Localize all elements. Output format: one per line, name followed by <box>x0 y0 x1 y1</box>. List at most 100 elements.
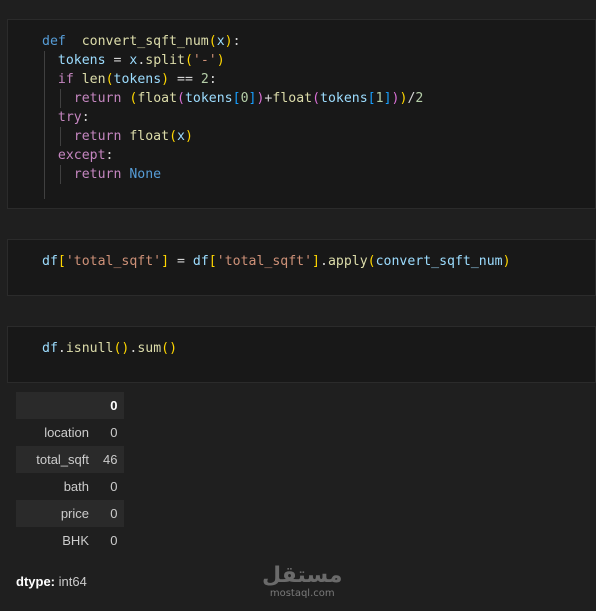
code-token: () <box>113 341 130 356</box>
code-line: df.isnull().sum() <box>42 339 177 358</box>
code-editor[interactable]: df['total_sqft'] = df['total_sqft'].appl… <box>42 252 511 271</box>
dtype-value: int64 <box>58 574 87 589</box>
code-cell-1[interactable]: def convert_sqft_num(x): tokens = x.spli… <box>7 19 596 209</box>
code-token: return <box>73 167 122 182</box>
code-token: len <box>81 72 106 87</box>
code-token: tokens <box>184 91 233 106</box>
code-token: ) <box>184 129 193 144</box>
code-token: sum <box>137 341 162 356</box>
column-header: 0 <box>96 392 125 419</box>
code-token: ( <box>169 129 178 144</box>
watermark-logo: مستقل mostaql.com <box>262 563 343 600</box>
code-token: [ <box>57 254 66 269</box>
code-token: ) <box>216 53 225 68</box>
table-row: total_sqft 46 <box>16 446 125 473</box>
row-index: total_sqft <box>16 446 96 473</box>
row-value: 0 <box>110 479 118 494</box>
code-token: 'total_sqft' <box>65 254 162 269</box>
code-token: convert_sqft_num <box>81 34 209 49</box>
code-token: . <box>319 254 328 269</box>
code-token: ( <box>367 254 376 269</box>
code-line: return float(x) <box>42 127 423 146</box>
code-token: split <box>145 53 185 68</box>
code-token: 'total_sqft' <box>216 254 313 269</box>
table-row: location 0 <box>16 419 124 446</box>
code-line: return None <box>42 165 423 184</box>
code-token: df <box>192 254 209 269</box>
table-row: BHK 0 <box>16 527 124 554</box>
table-row: price 0 <box>16 500 125 527</box>
code-token: ) <box>502 254 511 269</box>
row-index: bath <box>63 479 89 494</box>
row-index: location <box>44 425 89 440</box>
code-token: float <box>137 91 178 106</box>
code-line: df['total_sqft'] = df['total_sqft'].appl… <box>42 252 511 271</box>
code-token: None <box>129 167 162 182</box>
code-token: def <box>42 34 66 49</box>
code-token: tokens <box>113 72 162 87</box>
watermark-url: mostaql.com <box>269 588 335 599</box>
code-line: def convert_sqft_num(x): <box>42 32 423 51</box>
code-token: ] <box>383 91 392 106</box>
code-token: return <box>73 129 122 144</box>
row-value: 0 <box>110 425 118 440</box>
code-token: convert_sqft_num <box>375 254 503 269</box>
code-token: ) <box>161 72 170 87</box>
code-token: ( <box>312 91 321 106</box>
code-token: df <box>42 254 58 269</box>
code-token: 1 <box>375 91 384 106</box>
code-token: 2 <box>415 91 424 106</box>
code-token: == <box>169 72 201 87</box>
row-value: 0 <box>110 533 118 548</box>
code-token: () <box>161 341 178 356</box>
code-token: 0 <box>240 91 249 106</box>
code-token: df <box>42 341 58 356</box>
code-editor[interactable]: def convert_sqft_num(x): tokens = x.spli… <box>42 32 423 184</box>
row-value: 46 <box>96 446 125 473</box>
code-editor[interactable]: df.isnull().sum() <box>42 339 177 358</box>
code-token: isnull <box>65 341 114 356</box>
code-token: = <box>169 254 193 269</box>
code-token: [ <box>208 254 217 269</box>
code-token: ( <box>177 91 185 106</box>
code-token: if <box>57 72 74 87</box>
code-token: x <box>216 34 225 49</box>
code-line: except: <box>42 146 423 165</box>
watermark-arabic: مستقل <box>262 563 343 588</box>
code-token: : <box>105 148 114 163</box>
table-row: bath 0 <box>16 473 124 500</box>
code-token: try <box>57 110 82 125</box>
code-cell-2[interactable]: df['total_sqft'] = df['total_sqft'].appl… <box>7 239 596 296</box>
code-token: . <box>57 341 66 356</box>
code-token: float <box>272 91 313 106</box>
output-series-table: 0 location 0 total_sqft 46 bath 0 price … <box>16 392 125 554</box>
code-line: tokens = x.split('-') <box>42 51 423 70</box>
row-value: 0 <box>96 500 125 527</box>
code-token: : <box>208 72 217 87</box>
code-line: return (float(tokens[0])+float(tokens[1]… <box>42 89 424 108</box>
code-token: '-' <box>192 53 217 68</box>
code-token: : <box>81 110 90 125</box>
row-index: price <box>16 500 96 527</box>
code-token: float <box>129 129 170 144</box>
code-line: if len(tokens) == 2: <box>42 70 423 89</box>
code-token: apply <box>327 254 368 269</box>
code-token: ( <box>184 53 193 68</box>
code-token: tokens <box>320 91 368 106</box>
code-token: [ <box>367 91 376 106</box>
code-token: except <box>57 148 106 163</box>
code-token: ( <box>208 34 217 49</box>
code-token: 2 <box>200 72 209 87</box>
table-corner <box>16 392 96 419</box>
code-token: x <box>177 129 185 144</box>
code-cell-3[interactable]: df.isnull().sum() <box>7 326 596 383</box>
code-token: ) <box>224 34 233 49</box>
code-token: tokens <box>57 53 106 68</box>
